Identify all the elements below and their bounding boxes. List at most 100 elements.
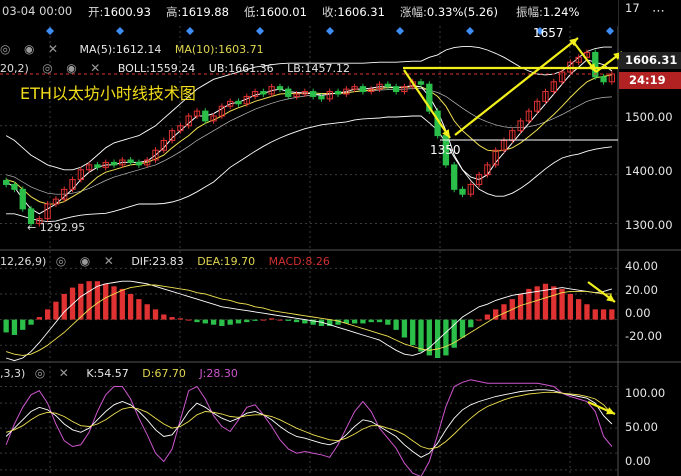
macd-histogram-bar xyxy=(252,319,258,321)
candle-body xyxy=(2,180,10,185)
macd-histogram-bar xyxy=(111,286,117,320)
candle-body xyxy=(318,95,325,100)
macd-histogram-bar xyxy=(293,319,300,323)
macd-histogram-bar xyxy=(418,319,424,352)
ohlc-header: 03-04 00:00 开:1600.93 高:1619.88 低:1600.0… xyxy=(0,0,618,26)
close-icon[interactable]: ✕ xyxy=(104,254,114,268)
close-icon[interactable]: ✕ xyxy=(59,366,69,380)
macd-histogram-bar xyxy=(177,318,184,320)
kdj-axis-tick: 0.00 xyxy=(625,454,651,468)
low-label: 低:1600.01 xyxy=(244,5,307,19)
macd-histogram-bar xyxy=(584,304,590,320)
macd-histogram-bar xyxy=(3,319,9,333)
event-marker-icon xyxy=(116,27,124,35)
candle-body xyxy=(94,164,101,168)
macd-panel xyxy=(0,267,618,362)
price-axis-tick: 1400.00 xyxy=(625,164,673,178)
countdown-badge: 24:19 xyxy=(619,72,681,89)
macd-histogram-bar xyxy=(186,319,192,321)
candle-body xyxy=(202,110,209,122)
macd-histogram-bar xyxy=(360,319,366,324)
low-annotation: 1350 xyxy=(430,143,461,157)
macd-histogram-bar xyxy=(235,319,242,324)
kdj-axis-tick: 50.00 xyxy=(625,420,658,434)
macd-histogram-bar xyxy=(86,281,92,320)
ma-indicator-row: ◎ ◉ ✕ MA(5):1612.14 MA(10):1603.71 xyxy=(0,42,274,56)
macd-histogram-bar xyxy=(78,283,84,320)
ub-value: UB:1661.36 xyxy=(208,62,274,75)
macd-histogram-bar xyxy=(119,288,125,320)
lb-value: LB:1457.12 xyxy=(287,62,350,75)
candle-body xyxy=(451,164,458,190)
macd-histogram-bar xyxy=(393,319,399,330)
macd-histogram-bar xyxy=(44,309,51,320)
settings-icon[interactable]: ◎ xyxy=(56,254,66,268)
chart-title: ETH以太坊小时线技术图 xyxy=(20,84,196,103)
candle-body xyxy=(600,76,607,83)
current-price-badge: 1606.31 xyxy=(619,52,681,69)
macd-histogram-bar xyxy=(136,299,142,320)
macd-histogram-bar xyxy=(269,318,275,320)
kdj-params: ,3,3) xyxy=(0,367,26,380)
macd-histogram-bar xyxy=(592,309,598,320)
candle-body xyxy=(110,161,118,166)
macd-histogram-bar xyxy=(600,309,607,320)
candle-body xyxy=(135,161,143,166)
macd-histogram-bar xyxy=(526,288,532,320)
boll-mid-line xyxy=(6,88,612,195)
macd-histogram-bar xyxy=(542,283,549,320)
visibility-icon[interactable]: ◉ xyxy=(80,254,90,268)
visibility-icon[interactable]: ◉ xyxy=(24,42,34,56)
price-axis-tick: 1300.00 xyxy=(625,218,673,232)
macd-histogram-bar xyxy=(244,319,250,323)
ma10-value: MA(10):1603.71 xyxy=(174,43,264,56)
settings-icon[interactable]: ◎ xyxy=(35,366,45,380)
settings-icon[interactable]: ◎ xyxy=(0,42,10,56)
boll-value: BOLL:1559.24 xyxy=(117,62,196,75)
kdj-panel xyxy=(0,379,618,476)
settings-icon[interactable]: ◎ xyxy=(42,61,52,75)
macd-histogram-bar xyxy=(144,304,150,320)
macd-histogram-bar xyxy=(169,317,175,320)
low-left-annotation: ← 1292.95 xyxy=(27,221,86,234)
candle-body xyxy=(285,88,292,97)
macd-histogram-bar xyxy=(376,319,383,323)
macd-histogram-bar xyxy=(410,319,416,346)
close-icon[interactable]: ✕ xyxy=(90,61,100,75)
macd-histogram-bar xyxy=(277,319,283,321)
close-icon[interactable]: ✕ xyxy=(48,42,58,56)
macd-histogram-bar xyxy=(20,319,26,330)
change-label: 涨幅:0.33%(5.26) xyxy=(400,5,498,19)
macd-histogram-bar xyxy=(401,319,408,338)
macd-histogram-bar xyxy=(53,301,59,320)
macd-histogram-bar xyxy=(260,319,267,321)
macd-histogram-bar xyxy=(576,299,582,320)
candle-body xyxy=(334,91,342,95)
macd-histogram-bar xyxy=(127,294,134,320)
macd-histogram-bar xyxy=(103,283,109,320)
macd-histogram-bar xyxy=(567,294,574,320)
open-label: 开:1600.93 xyxy=(88,5,151,19)
macd-histogram-bar xyxy=(468,319,474,328)
event-marker-icon xyxy=(396,27,404,35)
macd-histogram-bar xyxy=(227,319,233,325)
close-label: 收:1606.31 xyxy=(322,5,385,19)
candle-body xyxy=(309,91,317,97)
event-marker-icon xyxy=(606,27,614,35)
price-axis-top-tick: 17 xyxy=(625,1,640,15)
macd-histogram-bar xyxy=(484,314,491,320)
trend-down-arrow xyxy=(403,69,451,139)
macd-histogram-bar xyxy=(285,319,291,321)
event-marker-icon xyxy=(256,27,264,35)
boll-indicator-row: 20,2) ◎ ◉ ✕ BOLL:1559.24 UB:1661.36 LB:1… xyxy=(0,61,360,75)
macd-histogram-bar xyxy=(459,319,466,338)
macd-histogram-bar xyxy=(11,319,18,335)
visibility-icon[interactable]: ◉ xyxy=(66,61,76,75)
datetime-label: 03-04 00:00 xyxy=(2,4,73,18)
macd-histogram-bar xyxy=(36,317,42,320)
event-marker-icon xyxy=(186,27,194,35)
ma5-value: MA(5):1612.14 xyxy=(79,43,162,56)
j-value: J:28.30 xyxy=(199,367,238,380)
macd-value: MACD:8.26 xyxy=(268,255,330,268)
candle-body xyxy=(392,86,400,93)
